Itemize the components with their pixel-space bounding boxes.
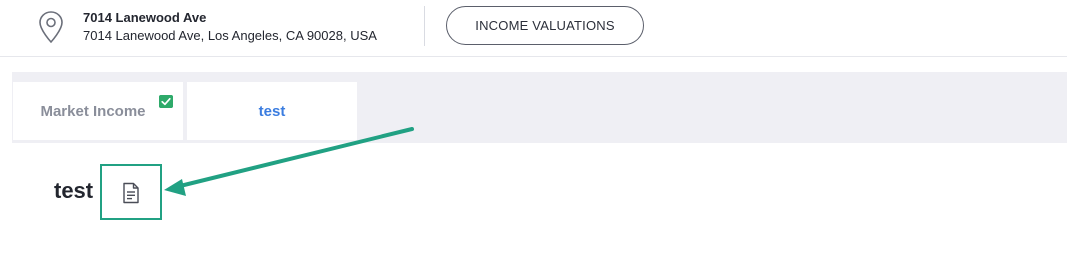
header-separator bbox=[424, 6, 425, 46]
header-divider bbox=[0, 56, 1067, 57]
income-valuations-button[interactable]: INCOME VALUATIONS bbox=[446, 6, 644, 45]
tab-test-label: test bbox=[258, 102, 286, 120]
tab-test[interactable]: test bbox=[187, 82, 357, 140]
map-pin-icon bbox=[39, 11, 63, 44]
address-title: 7014 Lanewood Ave bbox=[83, 10, 207, 25]
annotation-highlight-box bbox=[100, 164, 162, 220]
tab-market-income-label: Market Income bbox=[40, 102, 146, 120]
tab-market-income[interactable]: Market Income bbox=[13, 82, 183, 140]
page-title: test bbox=[54, 178, 94, 203]
address-full: 7014 Lanewood Ave, Los Angeles, CA 90028… bbox=[83, 28, 377, 43]
checkbox-checked-icon bbox=[159, 95, 173, 108]
